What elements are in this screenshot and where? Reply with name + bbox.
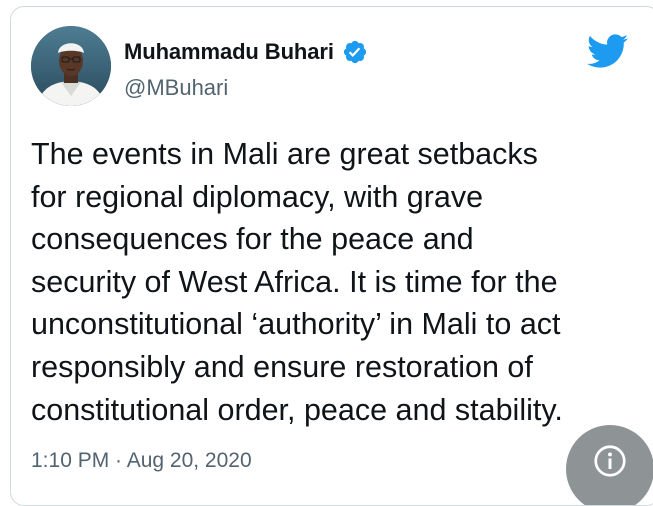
info-button[interactable]: [566, 425, 653, 505]
avatar-image: [31, 26, 111, 106]
tweet-text: The events in Mali are great setbacks fo…: [31, 137, 563, 427]
verified-badge-icon: [342, 39, 368, 65]
tweet-timestamp[interactable]: 1:10 PM · Aug 20, 2020: [31, 449, 252, 473]
author-display-name[interactable]: Muhammadu Buhari: [124, 39, 334, 65]
author-name-row[interactable]: Muhammadu Buhari: [124, 37, 368, 67]
avatar[interactable]: [31, 26, 111, 106]
info-icon: [594, 445, 626, 477]
twitter-bird-icon[interactable]: [585, 33, 629, 69]
author-handle[interactable]: @MBuhari: [124, 75, 228, 101]
tweet-card[interactable]: Muhammadu Buhari @MBuhari The events in …: [10, 6, 653, 506]
